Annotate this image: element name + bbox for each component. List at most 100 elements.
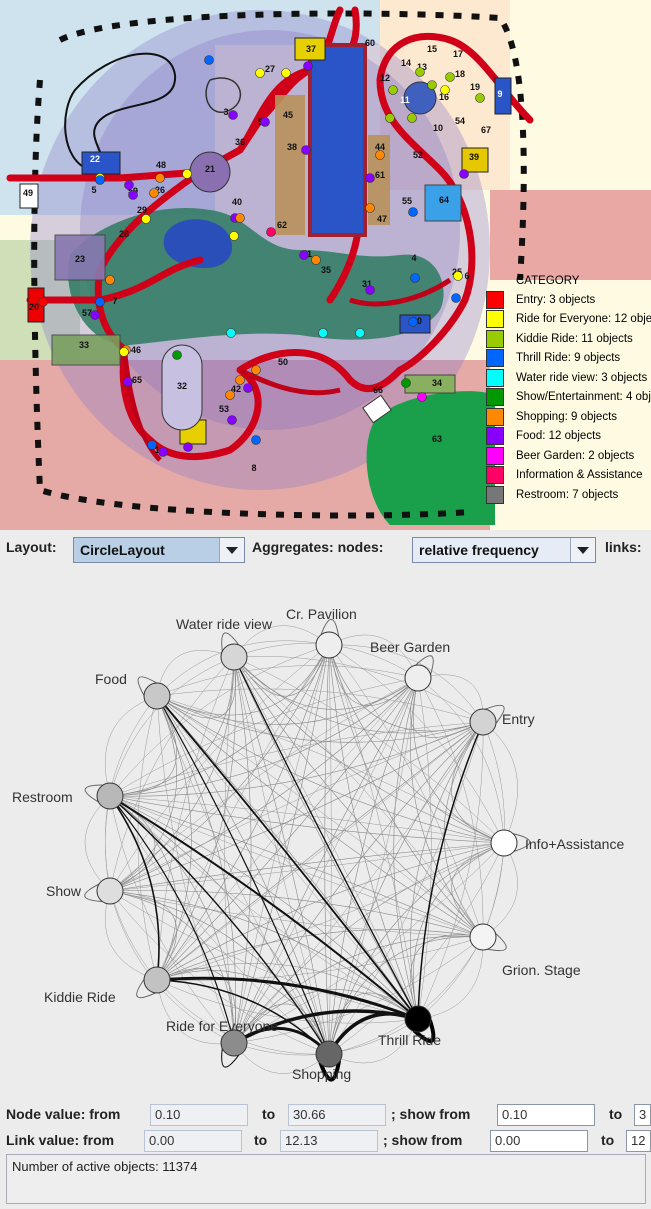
legend-item: Show/Entertainment: 4 objects [486, 388, 651, 408]
graph-link [417, 677, 432, 1020]
map-object-label: 20 [29, 302, 39, 312]
graph-node[interactable] [469, 708, 497, 736]
map-object-label: 49 [23, 188, 33, 198]
graph-node[interactable] [469, 923, 497, 951]
graph-node-label: Restroom [12, 789, 73, 805]
graph-node[interactable] [96, 782, 124, 810]
graph-node-label: Cr. Pavilion [286, 606, 357, 622]
map-object-label: 19 [470, 82, 480, 92]
map-object-label: 37 [306, 44, 316, 54]
graph-link [451, 842, 505, 938]
layout-select[interactable]: CircleLayout [73, 537, 245, 563]
legend-item: Shopping: 9 objects [486, 407, 651, 427]
category-marker [141, 214, 151, 224]
category-marker [155, 173, 165, 183]
category-marker [124, 180, 134, 190]
map-object-label: 12 [380, 73, 390, 83]
legend-swatch [486, 446, 504, 465]
link-value-to-label: to [254, 1132, 268, 1148]
aggregates-select[interactable]: relative frequency [412, 537, 596, 563]
map-object-label: 40 [232, 197, 242, 207]
link-show-to-input[interactable]: 12 [626, 1130, 651, 1152]
category-marker [388, 85, 398, 95]
graph-node[interactable] [404, 664, 432, 692]
legend-label: Shopping: 9 objects [516, 410, 618, 423]
node-show-from-input[interactable]: 0.10 [497, 1104, 595, 1126]
category-marker [311, 255, 321, 265]
graph-link [156, 644, 330, 981]
graph-link [233, 656, 505, 844]
category-marker [401, 378, 411, 388]
legend-swatch [486, 349, 504, 368]
category-marker [172, 350, 182, 360]
aggregates-label: Aggregates: nodes: [252, 539, 384, 555]
map-object-label: 55 [402, 196, 412, 206]
category-marker [228, 110, 238, 120]
node-value-to-field: 30.66 [288, 1104, 386, 1126]
map-object-label: 29 [137, 205, 147, 215]
graph-node-label: Grion. Stage [502, 962, 581, 978]
category-marker [95, 297, 105, 307]
graph-node[interactable] [404, 1005, 432, 1033]
graph-node[interactable] [490, 829, 518, 857]
graph-node[interactable] [220, 643, 248, 671]
node-value-from-field: 0.10 [150, 1104, 248, 1126]
graph-node-label: Info+Assistance [525, 836, 625, 852]
graph-node[interactable] [143, 966, 171, 994]
link-show-from-input[interactable]: 0.00 [490, 1130, 588, 1152]
node-value-filter: Node value: from 0.10 to 30.66 ; show fr… [0, 1102, 651, 1128]
category-marker [183, 442, 193, 452]
map-object-label: 52 [413, 150, 423, 160]
map-object-label: 53 [219, 404, 229, 414]
link-show-from-label: ; show from [383, 1132, 463, 1148]
category-marker [365, 203, 375, 213]
legend-label: Restroom: 7 objects [516, 488, 619, 501]
category-marker [251, 365, 261, 375]
graph-link [109, 677, 419, 892]
chevron-down-icon[interactable] [570, 538, 595, 562]
legend-label: Show/Entertainment: 4 objects [516, 391, 651, 404]
legend-swatch [486, 329, 504, 348]
map-object-label: 4 [411, 253, 416, 263]
graph-link [104, 890, 158, 981]
map-object-label: 5 [91, 185, 96, 195]
graph-node[interactable] [143, 682, 171, 710]
map-object-label: 39 [469, 152, 479, 162]
chevron-down-icon[interactable] [219, 538, 244, 562]
category-marker [299, 250, 309, 260]
graph-link [109, 890, 484, 938]
legend-swatch [486, 485, 504, 504]
category-marker [459, 169, 469, 179]
link-value-from-field: 0.00 [144, 1130, 242, 1152]
graph-link [156, 936, 484, 981]
category-marker [451, 293, 461, 303]
active-objects-text: Number of active objects: 11374 [12, 1159, 198, 1174]
legend-swatch [486, 388, 504, 407]
map-object-label: 15 [427, 44, 437, 54]
category-marker [410, 273, 420, 283]
transition-graph[interactable]: Water ride view Cr. Pavilion Beer Garden En… [0, 576, 651, 1096]
map-object-label: 3 [223, 107, 228, 117]
category-marker [301, 145, 311, 155]
map-object-label: 65 [132, 375, 142, 385]
graph-link [109, 890, 177, 981]
aggregation-controls: Layout: CircleLayout Aggregates: nodes: … [0, 532, 651, 572]
category-marker [119, 347, 129, 357]
category-marker [90, 310, 100, 320]
layout-label: Layout: [6, 539, 57, 555]
category-marker [417, 392, 427, 402]
category-marker [375, 150, 385, 160]
graph-node[interactable] [315, 1040, 343, 1068]
map-object-label: 64 [439, 195, 449, 205]
category-marker [225, 390, 235, 400]
status-panel: Number of active objects: 11374 [6, 1154, 646, 1204]
graph-node[interactable] [96, 877, 124, 905]
category-marker [182, 169, 192, 179]
graph-node[interactable] [315, 631, 343, 659]
map-object-label: 62 [277, 220, 287, 230]
legend-label: Water ride view: 3 objects [516, 371, 648, 384]
category-marker [407, 113, 417, 123]
node-show-to-input[interactable]: 3 [634, 1104, 651, 1126]
park-map[interactable]: 3760271517141318121119916358455410673638… [0, 0, 651, 530]
link-value-filter: Link value: from 0.00 to 12.13 ; show fr… [0, 1128, 651, 1154]
